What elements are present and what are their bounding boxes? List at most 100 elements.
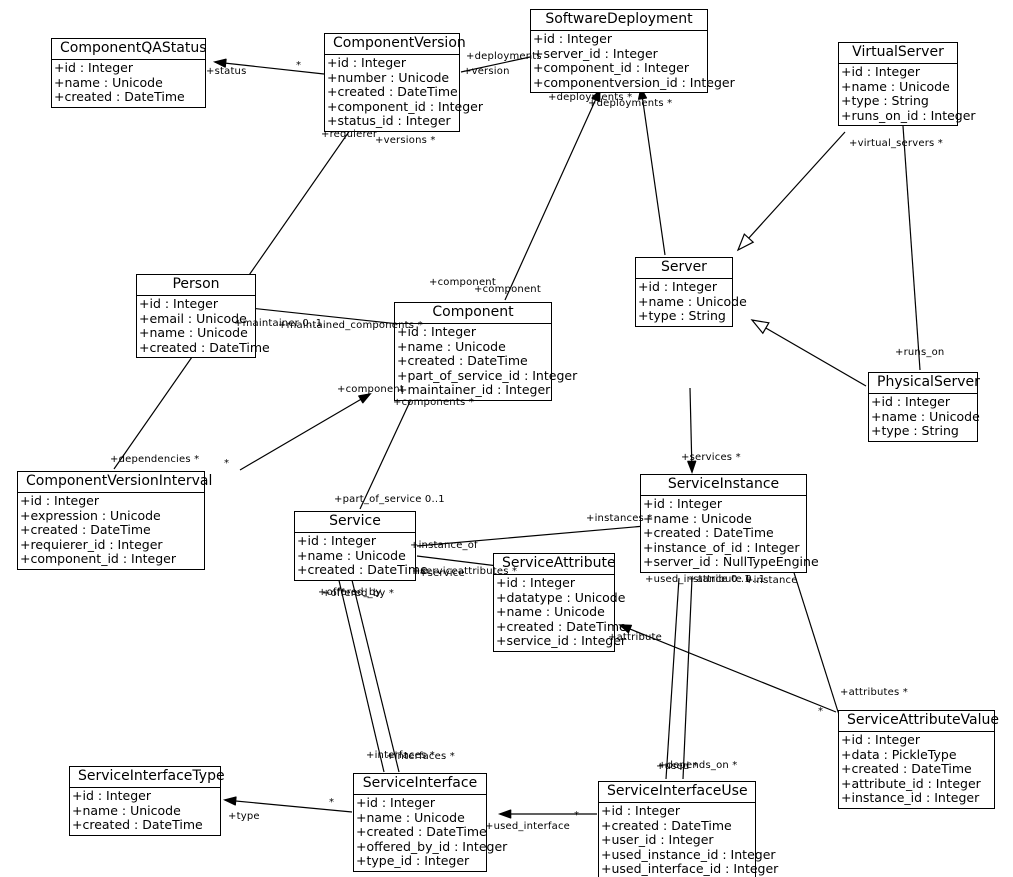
edge-label-dependencies: +dependencies * (110, 454, 200, 465)
edge-label-services: +services * (681, 452, 741, 463)
uml-class-virtualserver[interactable]: VirtualServer +id : Integer +name : Unicod… (838, 42, 976, 127)
uml-class-name: ServiceInterfaceUse (599, 782, 755, 803)
uml-attribute: +offered_by_id : Integer (356, 838, 508, 854)
uml-class-serviceinterface[interactable]: ServiceInterface +id : Integer +name : Uni… (353, 773, 508, 872)
uml-class-attributes: +id : Integer +name : Unicode +type : Stri… (636, 279, 747, 326)
uml-attribute: +created : DateTime (601, 817, 732, 833)
uml-attribute: +type : String (638, 308, 726, 324)
uml-attribute: +name : Unicode (871, 408, 980, 424)
uml-attribute: +id : Integer (601, 803, 681, 818)
uml-attribute: +name : Unicode (643, 510, 752, 526)
uml-class-attributes: +id : Integer +name : Unicode +created : D… (395, 324, 577, 400)
uml-class-name: ServiceInstance (641, 475, 806, 496)
uml-attribute: +created : DateTime (297, 562, 428, 578)
uml-class-name: PhysicalServer (869, 373, 980, 394)
edge-label-component-c: +component (337, 384, 404, 395)
edge-component-deployment (504, 88, 601, 301)
uml-class-componentversioninterval[interactable]: ComponentVersionInterval +id : Integer +ex… (17, 471, 212, 570)
edge-physicalserver-server (750, 319, 867, 387)
edge-label-deployments-right: +deployments * (588, 98, 673, 109)
edge-label-part-of-service: +part_of_service 0..1 (334, 494, 445, 505)
edge-server-deployment (637, 85, 666, 256)
uml-attribute: +id : Integer (54, 60, 134, 75)
edge-label-status-mult: * (296, 60, 302, 71)
uml-class-name: ServiceInterfaceType (70, 767, 225, 788)
edge-label-versions: +versions * (375, 135, 436, 146)
uml-attribute: +id : Integer (297, 533, 377, 548)
uml-attribute: +created : DateTime (54, 89, 185, 105)
uml-attribute: +id : Integer (841, 64, 921, 79)
uml-class-person[interactable]: Person +id : Integer +email : Unicode +name… (136, 274, 270, 359)
uml-attribute: +data : PickleType (841, 746, 957, 762)
uml-class-softwaredeployment[interactable]: SoftwareDeployment +id : Integer +server_i… (530, 9, 735, 94)
uml-attribute: +id : Integer (496, 575, 576, 590)
edge-label-runs-on: +runs_on (895, 347, 945, 358)
edge-label-type-mult: * (329, 797, 335, 808)
uml-class-serviceattributevalue[interactable]: ServiceAttributeValue +id : Integer +data … (838, 710, 999, 809)
uml-class-name: ComponentQAStatus (52, 39, 207, 60)
uml-attribute: +name : Unicode (841, 78, 950, 94)
uml-class-name: Person (137, 275, 255, 296)
uml-attribute: +id : Integer (533, 31, 613, 46)
uml-class-attributes: +id : Integer +name : Unicode +type : Stri… (869, 394, 980, 441)
uml-class-name: VirtualServer (839, 43, 957, 64)
uml-attribute: +id : Integer (72, 788, 152, 803)
uml-class-name: SoftwareDeployment (531, 10, 707, 31)
uml-attribute: +name : Unicode (54, 74, 163, 90)
uml-attribute: +user_id : Integer (601, 832, 714, 848)
edge-label-status: +status (206, 66, 247, 77)
uml-class-serviceinstance[interactable]: ServiceInstance +id : Integer +name : Unic… (640, 474, 819, 573)
uml-attribute: +id : Integer (327, 55, 407, 70)
uml-attribute: +service_id : Integer (496, 633, 627, 649)
uml-attribute: +id : Integer (643, 496, 723, 511)
uml-class-name: ServiceAttributeValue (839, 711, 999, 732)
edge-use-instance-a (665, 577, 680, 780)
uml-class-physicalserver[interactable]: PhysicalServer +id : Integer +name : Unico… (868, 372, 980, 442)
uml-class-serviceinterfaceuse[interactable]: ServiceInterfaceUse +id : Integer +created… (598, 781, 778, 877)
edge-label-attributes: +attributes * (840, 687, 908, 698)
uml-attribute: +attribute_id : Integer (841, 775, 981, 791)
uml-attribute: +created : DateTime (397, 353, 528, 369)
uml-attribute: +instance_id : Integer (841, 790, 980, 806)
uml-class-component[interactable]: Component +id : Integer +name : Unicode +cr… (394, 302, 577, 401)
uml-class-attributes: +id : Integer +data : PickleType +created … (839, 732, 994, 808)
uml-attribute: +name : Unicode (72, 802, 181, 818)
uml-class-name: Server (636, 258, 732, 279)
edge-cvi-component (239, 392, 372, 471)
edge-label-offered-by-2: +offered_by * (322, 588, 395, 599)
uml-attribute: +component_id : Integer (20, 551, 176, 567)
uml-class-attributes: +id : Integer +server_id : Integer +compon… (531, 31, 735, 92)
uml-attribute: +created : DateTime (20, 522, 151, 538)
edge-label-interfaces-2: +interfaces * (386, 751, 455, 762)
edge-virtualserver-physicalserver (902, 125, 921, 371)
uml-class-attributes: +id : Integer +name : Unicode +created : D… (641, 496, 819, 572)
uml-class-attributes: +id : Integer +name : Unicode +created : D… (354, 795, 508, 871)
uml-class-componentversion[interactable]: ComponentVersion +id : Integer +number : U… (324, 33, 483, 132)
uml-diagram-canvas: ComponentQAStatus +id : Integer +name : Un… (0, 0, 1013, 877)
uml-class-attributes: +id : Integer +expression : Unicode +creat… (18, 493, 204, 569)
uml-class-serviceinterfacetype[interactable]: ServiceInterfaceType +id : Integer +name :… (69, 766, 225, 836)
edge-virtualserver-server (736, 131, 846, 252)
uml-attribute: +type : String (871, 423, 959, 439)
uml-class-name: ComponentVersion (325, 34, 466, 55)
uml-attribute: +name : Unicode (356, 809, 465, 825)
uml-attribute: +requierer_id : Integer (20, 536, 163, 552)
uml-class-attributes: +id : Integer +name : Unicode +created : D… (70, 788, 220, 835)
uml-class-attributes: +id : Integer +created : DateTime +user_id… (599, 803, 778, 877)
uml-class-server[interactable]: Server +id : Integer +name : Unicode +type … (635, 257, 747, 327)
uml-class-attributes: +id : Integer +name : Unicode +created : D… (52, 60, 205, 107)
edge-serviceinterface-service-a (336, 571, 385, 773)
edge-label-instance: +instance (745, 575, 798, 586)
uml-attribute: +created : DateTime (643, 525, 774, 541)
edge-label-maintained-components: +maintained_components * (278, 320, 423, 331)
edge-label-dep-mult: * (224, 458, 230, 469)
uml-attribute: +componentversion_id : Integer (533, 74, 735, 90)
uml-class-componentqastatus[interactable]: ComponentQAStatus +id : Integer +name : Un… (51, 38, 207, 108)
uml-class-attributes: +id : Integer +number : Unicode +created :… (325, 55, 483, 131)
edge-label-attrval-mult: * (818, 706, 824, 717)
uml-attribute: +datatype : Unicode (496, 589, 626, 605)
uml-class-service[interactable]: Service +id : Integer +name : Unicode +crea… (294, 511, 428, 581)
edge-label-used: +used * (656, 761, 699, 772)
uml-attribute: +id : Integer (356, 795, 436, 810)
edge-label-component-b: +component (474, 284, 541, 295)
